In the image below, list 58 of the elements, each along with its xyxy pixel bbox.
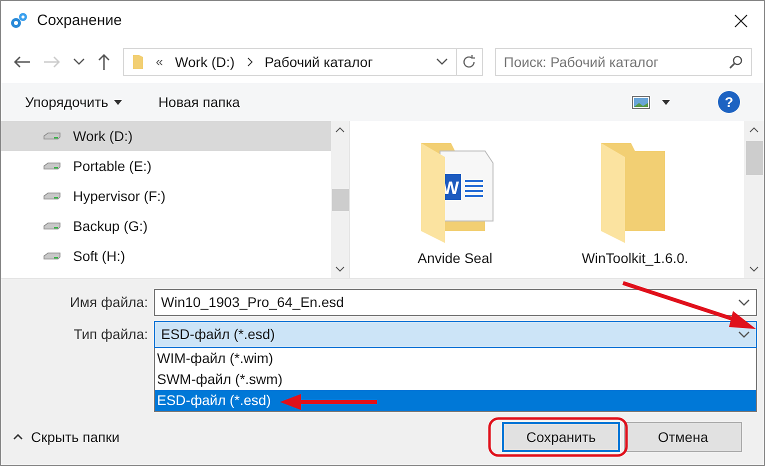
breadcrumb-separator-icon: [246, 57, 253, 67]
chevron-down-icon: [738, 298, 750, 306]
sidebar-item[interactable]: Backup (G:): [1, 211, 331, 241]
drive-icon: [43, 192, 61, 200]
scrollbar[interactable]: [331, 121, 349, 278]
new-folder-button[interactable]: Новая папка: [158, 92, 240, 112]
file-name-input[interactable]: Win10_1903_Pro_64_En.esd: [161, 292, 738, 313]
file-name[interactable]: WinToolkit_1.6.0.: [582, 248, 688, 269]
file-name-label: Имя файла:: [68, 293, 149, 312]
caret-icon: [114, 100, 122, 104]
sidebar-item[interactable]: Soft (H:): [1, 241, 331, 271]
refresh-icon: [462, 55, 476, 69]
scrollbar[interactable]: [744, 121, 764, 278]
address-dropdown-icon: [436, 58, 448, 66]
file-type-label: Тип файла:: [72, 325, 149, 344]
window-title: Сохранение: [37, 10, 122, 31]
save-button[interactable]: Сохранить: [502, 422, 620, 452]
file-name-field[interactable]: Win10_1903_Pro_64_En.esd: [154, 289, 757, 316]
breadcrumb-item[interactable]: Work (D:): [175, 52, 235, 72]
chevron-down-icon: [738, 330, 750, 338]
file-type-dropdown[interactable]: ESD-файл (*.esd): [154, 321, 757, 348]
dropdown-option[interactable]: WIM-файл (*.wim): [155, 348, 756, 369]
drive-icon: [43, 222, 61, 230]
chevron-up-icon: [749, 127, 759, 133]
chevron-up-icon: [13, 434, 23, 440]
search-input[interactable]: Поиск: Рабочий каталог: [504, 52, 729, 72]
chevron-down-icon: [749, 266, 759, 272]
overflow-chevrons[interactable]: «: [156, 52, 164, 72]
sidebar-item[interactable]: Portable (E:): [1, 151, 331, 181]
drive-icon: [43, 162, 61, 170]
help-icon[interactable]: ?: [718, 91, 740, 113]
drive-icon: [43, 252, 61, 260]
back-arrow-icon[interactable]: [13, 55, 31, 69]
search-field[interactable]: Поиск: Рабочий каталог: [494, 48, 752, 76]
breadcrumb-item[interactable]: Рабочий каталог: [264, 52, 373, 72]
chevron-up-icon: [335, 127, 345, 133]
drive-icon: [43, 132, 61, 140]
hide-folders-button[interactable]: Скрыть папки: [13, 426, 120, 448]
close-icon: [734, 14, 748, 28]
organize-menu[interactable]: Упорядочить: [25, 92, 122, 112]
up-arrow-icon[interactable]: [96, 53, 111, 71]
cancel-button[interactable]: Отмена: [624, 422, 742, 452]
dropdown-option[interactable]: SWM-файл (*.swm): [155, 369, 756, 390]
refresh-button[interactable]: [456, 48, 483, 76]
view-options-icon[interactable]: [632, 96, 650, 108]
dropdown-option[interactable]: ESD-файл (*.esd): [155, 390, 756, 411]
chevron-down-icon: [335, 266, 345, 272]
recent-chevron-icon: [72, 58, 85, 66]
caret-icon[interactable]: [662, 100, 670, 104]
scrollbar-thumb[interactable]: [332, 189, 348, 211]
address-bar[interactable]: « Work (D:) Рабочий каталог: [122, 48, 457, 76]
scrollbar-thumb[interactable]: [746, 141, 762, 175]
file-name[interactable]: Anvide Seal: [418, 248, 492, 269]
search-icon: [729, 55, 743, 69]
sidebar-item[interactable]: Work (D:): [1, 121, 331, 151]
folder-icon: [132, 54, 144, 70]
sidebar-item[interactable]: Hypervisor (F:): [1, 181, 331, 211]
gears-icon: [9, 11, 29, 31]
